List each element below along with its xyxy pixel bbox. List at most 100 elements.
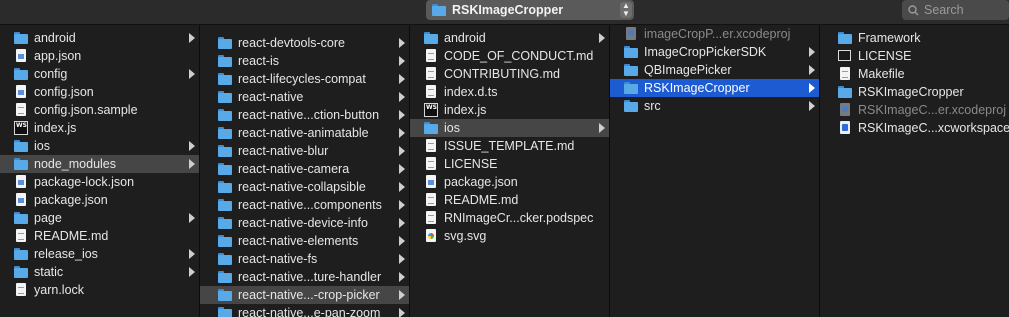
browser-column-1[interactable]: android app.json config config.json config.j… xyxy=(0,25,200,317)
file-row[interactable]: package.json xyxy=(410,173,609,191)
file-row[interactable]: react-native-fs xyxy=(200,250,409,268)
file-row[interactable]: react-native...components xyxy=(200,196,409,214)
file-row[interactable]: react-native-animatable xyxy=(200,124,409,142)
file-row[interactable]: WS index.js xyxy=(410,101,609,119)
file-row[interactable]: react-native...ction-button xyxy=(200,106,409,124)
file-row[interactable]: react-lifecycles-compat xyxy=(200,70,409,88)
disclosure-arrow-icon xyxy=(399,38,405,48)
finder-toolbar: RSKImageCropper ▲ ▼ Search xyxy=(0,0,1009,25)
file-row[interactable]: QBImagePicker xyxy=(610,61,819,79)
file-row[interactable]: react-native...ture-handler xyxy=(200,268,409,286)
file-row[interactable]: react-native...-crop-picker xyxy=(200,286,409,304)
file-row[interactable]: react-is xyxy=(200,52,409,70)
folder-icon xyxy=(424,121,438,135)
disclosure-arrow-icon xyxy=(399,146,405,156)
file-row[interactable]: react-native-camera xyxy=(200,160,409,178)
xcode-project-icon xyxy=(624,27,638,41)
document-icon xyxy=(424,157,438,171)
file-row[interactable]: CONTRIBUTING.md xyxy=(410,65,609,83)
file-row[interactable]: page xyxy=(0,209,199,227)
file-row[interactable]: react-native-collapsible xyxy=(200,178,409,196)
file-row[interactable]: node_modules xyxy=(0,155,199,173)
disclosure-arrow-icon xyxy=(809,47,815,57)
file-row[interactable]: CODE_OF_CONDUCT.md xyxy=(410,47,609,65)
file-row[interactable]: ImageCropPickerSDK xyxy=(610,43,819,61)
disclosure-arrow-icon xyxy=(399,56,405,66)
file-row[interactable]: package-lock.json xyxy=(0,173,199,191)
file-row[interactable]: android xyxy=(410,29,609,47)
file-row[interactable]: ios xyxy=(410,119,609,137)
file-row[interactable]: svg.svg xyxy=(410,227,609,245)
file-label: index.js xyxy=(34,121,77,135)
file-row[interactable]: imageCropP...er.xcodeproj xyxy=(610,25,819,43)
file-row[interactable]: RSKImageCropper xyxy=(610,79,819,97)
document-icon xyxy=(424,139,438,153)
file-row[interactable]: react-native xyxy=(200,88,409,106)
browser-column-4[interactable]: imageCropP...er.xcodeproj ImageCropPicker… xyxy=(610,25,820,317)
path-title: RSKImageCropper xyxy=(452,3,564,17)
file-row[interactable]: config.json xyxy=(0,83,199,101)
file-row[interactable]: WS index.js xyxy=(0,119,199,137)
json-file-icon xyxy=(14,49,28,63)
file-row[interactable]: yarn.lock xyxy=(0,281,199,299)
disclosure-arrow-icon xyxy=(189,213,195,223)
folder-icon xyxy=(218,54,232,68)
file-row[interactable]: LICENSE xyxy=(410,155,609,173)
json-file-icon xyxy=(14,193,28,207)
file-row[interactable]: RNImageCr...cker.podspec xyxy=(410,209,609,227)
file-row[interactable]: static xyxy=(0,263,199,281)
file-row[interactable]: android xyxy=(0,29,199,47)
file-label: CONTRIBUTING.md xyxy=(444,67,560,81)
file-row[interactable]: ISSUE_TEMPLATE.md xyxy=(410,137,609,155)
file-row[interactable]: react-devtools-core xyxy=(200,34,409,52)
file-label: RSKImageCropper xyxy=(644,81,750,95)
file-row[interactable]: LICENSE xyxy=(820,47,1009,65)
file-row[interactable]: react-native-elements xyxy=(200,232,409,250)
folder-icon xyxy=(218,198,232,212)
file-row[interactable]: RSKImageC...er.xcodeproj xyxy=(820,101,1009,119)
file-row[interactable]: index.d.ts xyxy=(410,83,609,101)
browser-column-3[interactable]: android CODE_OF_CONDUCT.md CONTRIBUTING.md… xyxy=(410,25,610,317)
file-label: README.md xyxy=(444,193,519,207)
file-label: react-native-collapsible xyxy=(238,180,366,194)
file-label: react-devtools-core xyxy=(238,36,345,50)
file-row[interactable]: Framework xyxy=(820,29,1009,47)
file-row[interactable]: RSKImageC...xcworkspace xyxy=(820,119,1009,137)
browser-column-5[interactable]: Framework LICENSE Makefile RSKImageCropper R… xyxy=(820,25,1009,317)
folder-icon xyxy=(218,126,232,140)
folder-icon xyxy=(218,252,232,266)
document-icon xyxy=(14,283,28,297)
file-row[interactable]: package.json xyxy=(0,191,199,209)
file-row[interactable]: README.md xyxy=(0,227,199,245)
file-row[interactable]: README.md xyxy=(410,191,609,209)
file-label: ios xyxy=(34,139,50,153)
file-label: config.json xyxy=(34,85,94,99)
file-row[interactable]: react-native...e-pan-zoom xyxy=(200,304,409,317)
file-row[interactable]: app.json xyxy=(0,47,199,65)
file-label: ImageCropPickerSDK xyxy=(644,45,767,59)
file-row[interactable]: Makefile xyxy=(820,65,1009,83)
path-popup-button[interactable]: RSKImageCropper ▲ ▼ xyxy=(426,0,634,20)
file-label: react-native-animatable xyxy=(238,126,369,140)
file-row[interactable]: config xyxy=(0,65,199,83)
file-row[interactable]: RSKImageCropper xyxy=(820,83,1009,101)
folder-icon xyxy=(218,270,232,284)
file-label: react-native-blur xyxy=(238,144,329,158)
folder-icon xyxy=(624,81,638,95)
file-row[interactable]: ios xyxy=(0,137,199,155)
file-row[interactable]: release_ios xyxy=(0,245,199,263)
file-row[interactable]: react-native-blur xyxy=(200,142,409,160)
document-icon xyxy=(14,229,28,243)
file-row[interactable]: config.json.sample xyxy=(0,101,199,119)
folder-icon xyxy=(218,90,232,104)
browser-column-2[interactable]: react-devtools-core react-is react-lifecyc… xyxy=(200,25,410,317)
file-label: index.d.ts xyxy=(444,85,498,99)
file-label: ios xyxy=(444,121,460,135)
file-label: QBImagePicker xyxy=(644,63,732,77)
disclosure-arrow-icon xyxy=(189,159,195,169)
file-label: src xyxy=(644,99,661,113)
file-row[interactable]: react-native-device-info xyxy=(200,214,409,232)
file-row[interactable]: src xyxy=(610,97,819,115)
disclosure-arrow-icon xyxy=(599,123,605,133)
search-field[interactable]: Search xyxy=(902,0,1009,20)
